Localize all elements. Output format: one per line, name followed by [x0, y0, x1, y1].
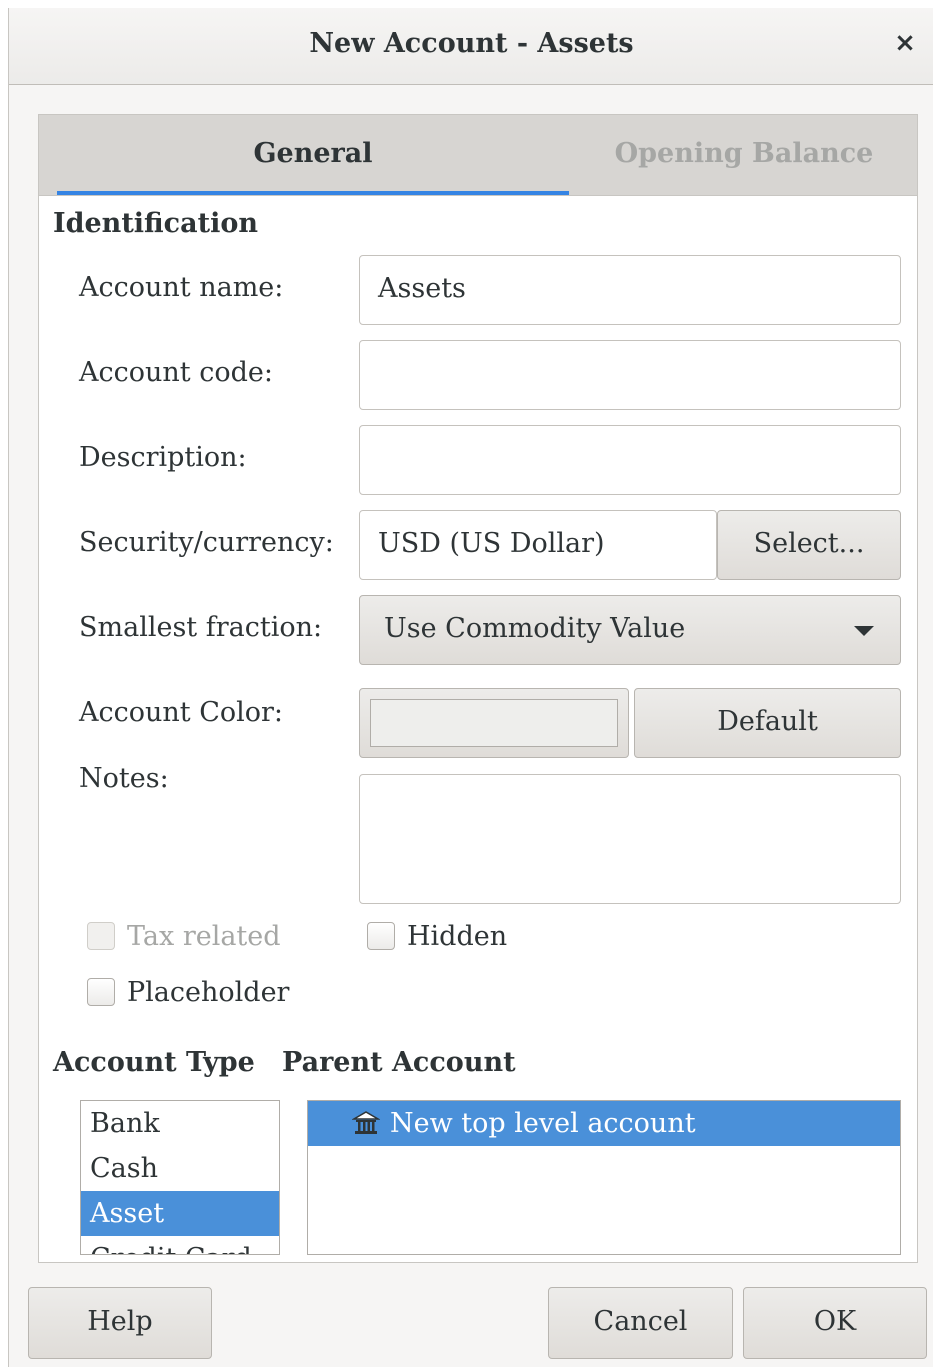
notes-textarea[interactable]: [359, 774, 901, 904]
list-item[interactable]: Credit Card: [81, 1236, 279, 1254]
parent-account-tree[interactable]: New top level account: [307, 1100, 901, 1255]
close-icon[interactable]: ×: [890, 28, 920, 58]
account-color-button[interactable]: [359, 688, 629, 758]
placeholder-label: Placeholder: [127, 977, 290, 1008]
tree-row[interactable]: New top level account: [308, 1101, 900, 1146]
tree-row-label: New top level account: [390, 1108, 696, 1139]
bank-icon: [352, 1111, 380, 1134]
checkbox-box: [87, 922, 115, 950]
color-swatch: [370, 699, 618, 747]
tax-related-label: Tax related: [127, 921, 281, 952]
help-button[interactable]: Help: [28, 1287, 212, 1359]
security-currency-input[interactable]: USD (US Dollar): [359, 510, 717, 580]
account-code-label: Account code:: [79, 357, 273, 388]
identification-heading: Identification: [53, 208, 258, 239]
chevron-down-icon: [854, 626, 874, 636]
window-title: New Account - Assets: [309, 28, 634, 59]
tab-bar: General Opening Balance: [39, 115, 917, 196]
tab-opening-balance[interactable]: Opening Balance: [579, 115, 909, 195]
description-label: Description:: [79, 442, 247, 473]
security-currency-label: Security/currency:: [79, 527, 334, 558]
list-item[interactable]: Bank: [81, 1101, 279, 1146]
select-button[interactable]: Select...: [717, 510, 901, 580]
default-color-button[interactable]: Default: [634, 688, 901, 758]
new-account-dialog: New Account - Assets × General Opening B…: [8, 8, 933, 1367]
parent-account-heading: Parent Account: [282, 1047, 516, 1078]
hidden-label: Hidden: [407, 921, 508, 952]
account-type-heading: Account Type: [53, 1047, 255, 1078]
smallest-fraction-dropdown[interactable]: Use Commodity Value: [359, 595, 901, 665]
list-item[interactable]: Cash: [81, 1146, 279, 1191]
list-item[interactable]: Asset: [81, 1191, 279, 1236]
smallest-fraction-label: Smallest fraction:: [79, 612, 323, 643]
title-bar[interactable]: New Account - Assets ×: [9, 8, 933, 85]
smallest-fraction-value: Use Commodity Value: [384, 613, 686, 644]
account-name-input[interactable]: Assets: [359, 255, 901, 325]
tab-general[interactable]: General: [57, 115, 569, 195]
account-color-label: Account Color:: [79, 697, 284, 728]
account-code-input[interactable]: [359, 340, 901, 410]
notebook: General Opening Balance Identification A…: [38, 114, 918, 1263]
account-type-list[interactable]: Bank Cash Asset Credit Card: [80, 1100, 280, 1255]
cancel-button[interactable]: Cancel: [548, 1287, 733, 1359]
notes-label: Notes:: [79, 763, 169, 794]
checkbox-box: [87, 978, 115, 1006]
account-name-label: Account name:: [79, 272, 284, 303]
checkbox-box: [367, 922, 395, 950]
ok-button[interactable]: OK: [743, 1287, 927, 1359]
description-input[interactable]: [359, 425, 901, 495]
